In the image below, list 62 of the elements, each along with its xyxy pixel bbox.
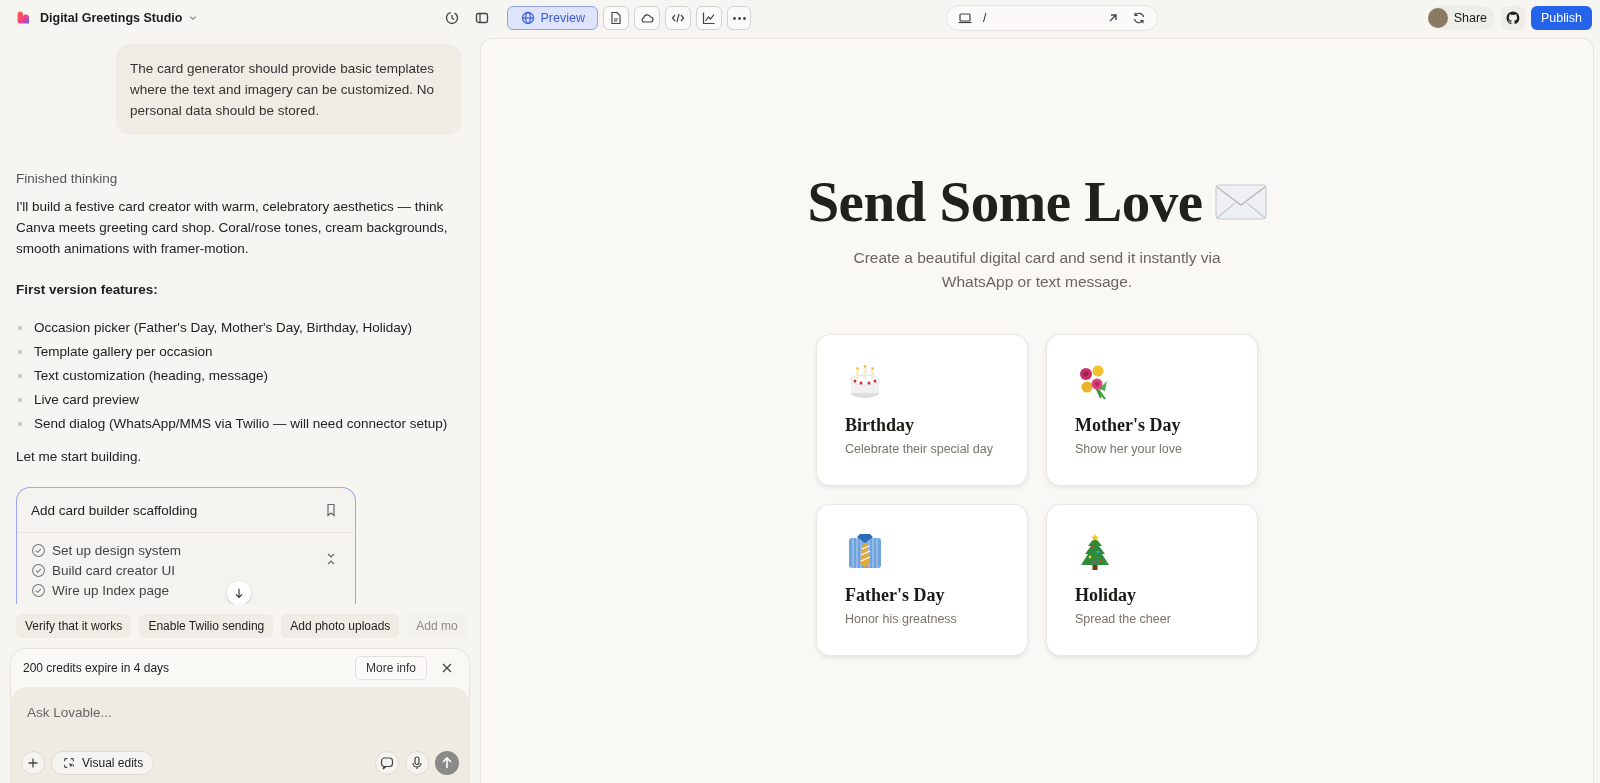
card-title: Mother's Day	[1075, 415, 1181, 436]
selection-icon	[62, 756, 76, 770]
logo-icon	[16, 10, 32, 26]
card-caption: Honor his greatness	[845, 612, 957, 626]
page-title: Send Some Love	[807, 169, 1203, 234]
occasion-card[interactable]: Birthday Celebrate their special day	[816, 334, 1028, 486]
suggestion-chip[interactable]: Add photo uploads	[281, 614, 400, 638]
cat-silhouette-icon	[1505, 10, 1521, 26]
cloud-tab[interactable]	[634, 6, 660, 30]
user-message: The card generator should provide basic templates where the text and imagery can be customized. No personal data should be stored.	[116, 44, 462, 135]
microphone-icon	[409, 755, 425, 771]
task-title: Add card builder scaffolding	[31, 502, 198, 518]
share-button[interactable]: Share	[1427, 6, 1495, 30]
globe-icon	[519, 10, 536, 26]
project-menu[interactable]: Digital Greetings Studio	[38, 11, 203, 25]
chart-tab[interactable]	[696, 6, 722, 30]
message-input[interactable]: Ask Lovable...	[21, 703, 459, 722]
address-bar[interactable]: /	[946, 5, 1158, 31]
credits-notice: 200 credits expire in 4 days	[23, 661, 170, 675]
assistant-message: I'll build a festive card creator with warm, celebratory aesthetics — think Canva meets greeting card shop. Coral/rose tones, cream backgrounds, smooth animations with framer-motion.	[16, 198, 449, 258]
scroll-down-button[interactable]	[227, 581, 251, 604]
view-tab[interactable]: Preview	[506, 6, 598, 30]
card-title: Father's Day	[845, 585, 945, 606]
avatar	[1427, 8, 1448, 28]
occasion-card[interactable]: Father's Day Honor his greatness	[816, 504, 1028, 656]
suggestion-chip[interactable]: Verify that it works	[16, 614, 132, 638]
chat-mode-button[interactable]	[375, 751, 399, 775]
microphone-button[interactable]	[405, 751, 429, 775]
add-button[interactable]	[21, 751, 45, 775]
suggestion-chip[interactable]: Enable Twilio sending	[139, 614, 274, 638]
more-tab[interactable]	[727, 6, 751, 30]
laptop-icon	[957, 10, 973, 26]
page-subtitle: Create a beautiful digital card and send it instantly via WhatsApp or text message.	[852, 248, 1222, 292]
card-caption: Celebrate their special day	[845, 442, 993, 456]
document-icon	[608, 10, 624, 26]
sidebar-icon	[473, 10, 490, 26]
step-label: Wire up Index page	[52, 583, 170, 598]
history-icon	[443, 10, 460, 26]
code-tab[interactable]	[665, 6, 691, 30]
refresh-icon	[1131, 10, 1147, 26]
card-caption: Spread the cheer	[1075, 612, 1171, 626]
occasion-card[interactable]: Mother's Day Show her your love	[1046, 334, 1258, 486]
assistant-message: Let me start building.	[16, 448, 143, 466]
step-label: Set up design system	[52, 543, 182, 558]
card-title: Birthday	[845, 415, 914, 436]
card-caption: Show her your love	[1075, 442, 1182, 456]
card-title: Holiday	[1075, 585, 1136, 606]
section-heading: First version features:	[16, 281, 159, 299]
chart-icon	[701, 10, 717, 26]
speech-bubble-icon	[379, 755, 395, 771]
github-button[interactable]	[1501, 6, 1525, 30]
file-tab[interactable]	[603, 6, 629, 30]
envelope-icon	[1214, 183, 1267, 220]
url-path: /	[983, 11, 987, 25]
step-label: Build card creator UI	[52, 563, 176, 578]
occasion-card[interactable]: Holiday Spread the cheer	[1046, 504, 1258, 656]
more-icon	[732, 16, 746, 20]
send-button[interactable]	[435, 751, 459, 775]
visual-edits-button[interactable]: Visual edits	[51, 751, 155, 775]
publish-button[interactable]: Publish	[1531, 6, 1592, 30]
thinking-status[interactable]: Finished thinking	[16, 171, 462, 186]
more-info-button[interactable]: More info	[354, 656, 427, 680]
